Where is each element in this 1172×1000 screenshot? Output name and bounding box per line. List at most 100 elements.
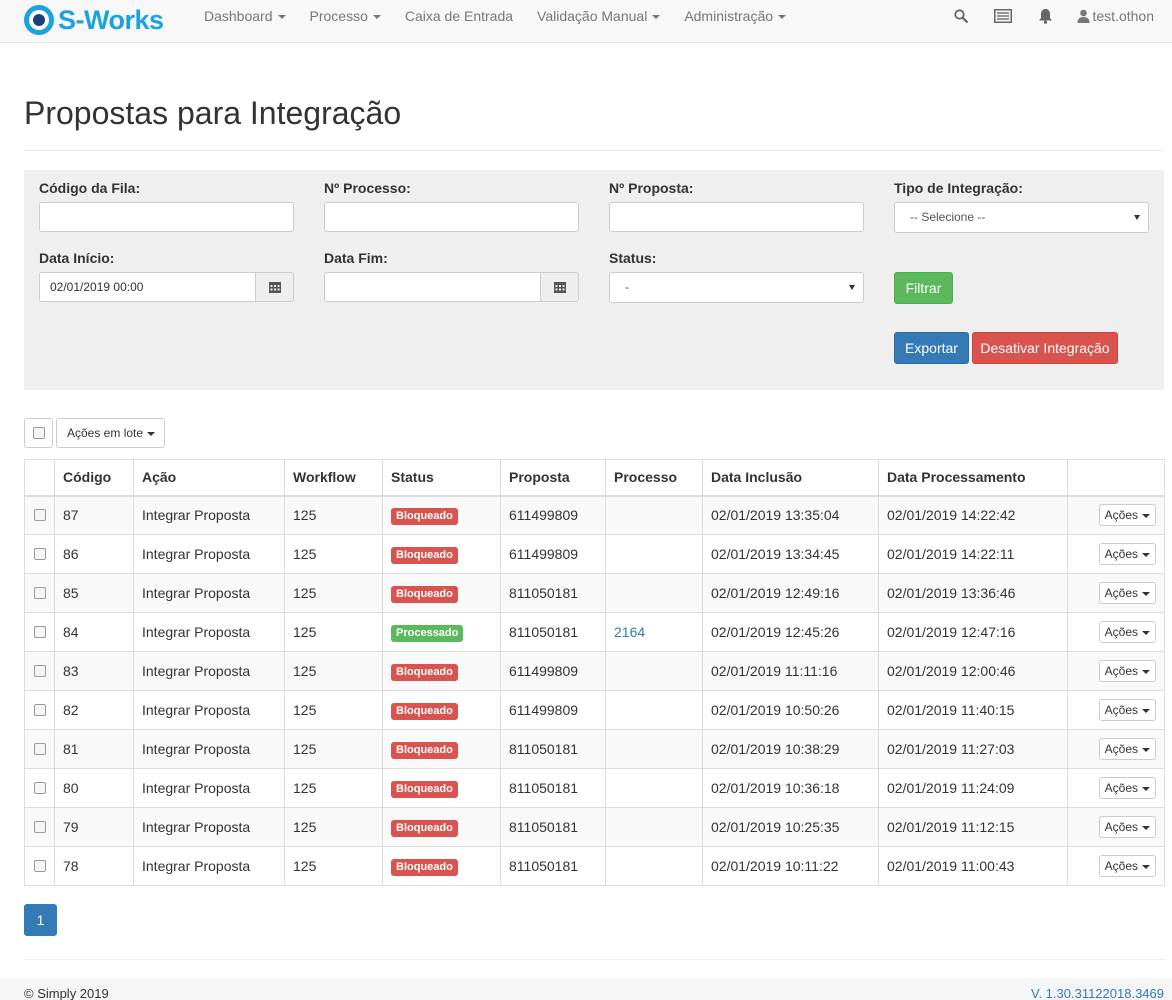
cell-codigo: 82: [54, 690, 134, 730]
bell-icon[interactable]: [1038, 8, 1053, 24]
chevron-down-icon: [277, 15, 286, 20]
chevron-down-icon: [372, 15, 381, 20]
exportar-button[interactable]: Exportar: [894, 332, 969, 364]
cell-data-processamento: 02/01/2019 11:40:15: [878, 690, 1068, 730]
search-icon[interactable]: [953, 9, 968, 23]
nav-item-processo[interactable]: Processo: [298, 0, 393, 32]
pagination-page-1[interactable]: 1: [24, 904, 57, 936]
column-header-proposta[interactable]: Proposta: [500, 459, 606, 497]
row-checkbox-cell: [24, 807, 55, 847]
table-row: 87 Integrar Proposta 125 Bloqueado 611499809…: [24, 495, 1165, 535]
data-inicio-input[interactable]: [39, 272, 257, 302]
cell-data-processamento: 02/01/2019 12:00:46: [878, 651, 1068, 691]
row-checkbox[interactable]: [33, 509, 46, 522]
cell-codigo: 81: [54, 729, 134, 769]
data-inicio-calendar-button[interactable]: [255, 272, 294, 302]
brand-logo[interactable]: S-Works: [24, 5, 164, 35]
row-checkbox-cell: [24, 534, 55, 574]
select-all-checkbox[interactable]: [24, 418, 53, 448]
header-checkbox-cell: [24, 459, 55, 497]
row-acoes-label: Ações: [1104, 547, 1138, 561]
nav-item-caixa-de-entrada[interactable]: Caixa de Entrada: [393, 0, 525, 32]
row-acoes-button[interactable]: Ações: [1098, 660, 1156, 682]
cell-acao: Integrar Proposta: [133, 846, 285, 886]
list-alt-icon[interactable]: [993, 9, 1012, 23]
chevron-down-icon: [652, 15, 661, 20]
row-checkbox[interactable]: [33, 665, 46, 677]
nav-right-tools: test.othon: [928, 0, 1154, 32]
cell-workflow: 125: [284, 534, 383, 574]
cell-actions: Ações: [1067, 768, 1165, 808]
integration-table: Código Ação Workflow Status Proposta Pro…: [24, 459, 1165, 886]
chevron-down-icon: [1142, 514, 1150, 519]
nav-item-label: Validação Manual: [537, 8, 648, 24]
brand-name: S-Works: [58, 4, 164, 35]
user-menu[interactable]: test.othon: [1077, 8, 1154, 24]
cell-status: Bloqueado: [382, 534, 501, 574]
row-acoes-button[interactable]: Ações: [1098, 543, 1156, 565]
row-acoes-button[interactable]: Ações: [1098, 699, 1156, 721]
cell-workflow: 125: [284, 651, 383, 691]
column-header-workflow[interactable]: Workflow: [284, 459, 383, 497]
filtrar-button[interactable]: Filtrar: [894, 272, 953, 304]
cell-processo: [605, 495, 703, 535]
status-badge: Bloqueado: [391, 741, 458, 759]
data-fim-calendar-button[interactable]: [540, 272, 579, 302]
cell-workflow: 125: [284, 846, 383, 886]
row-checkbox[interactable]: [33, 704, 46, 716]
row-acoes-button[interactable]: Ações: [1098, 621, 1156, 643]
table-row: 82 Integrar Proposta 125 Bloqueado 611499809…: [24, 690, 1165, 730]
version-link[interactable]: V. 1.30.31122018.3469: [1031, 986, 1164, 1000]
acoes-em-lote-button[interactable]: Ações em lote: [56, 418, 165, 448]
data-fim-input[interactable]: [324, 272, 542, 302]
row-acoes-button[interactable]: Ações: [1098, 816, 1156, 838]
cell-data-inclusao: 02/01/2019 11:11:16: [702, 651, 879, 691]
table-header-row: Código Ação Workflow Status Proposta Pro…: [24, 459, 1165, 497]
chevron-down-icon: [1142, 591, 1150, 596]
column-header-codigo[interactable]: Código: [54, 459, 134, 497]
row-acoes-button[interactable]: Ações: [1098, 582, 1156, 604]
cell-workflow: 125: [284, 495, 383, 535]
main-menu: Dashboard Processo Caixa de Entrada Vali…: [192, 0, 798, 32]
row-acoes-button[interactable]: Ações: [1098, 777, 1156, 799]
row-checkbox[interactable]: [33, 821, 46, 833]
tipo-integracao-select[interactable]: -- Selecione --: [894, 202, 1149, 233]
column-header-acao[interactable]: Ação: [133, 459, 285, 497]
desativar-integracao-button[interactable]: Desativar Integração: [972, 332, 1118, 364]
row-checkbox[interactable]: [33, 743, 46, 755]
row-checkbox-cell: [24, 495, 55, 535]
table-body: 87 Integrar Proposta 125 Bloqueado 611499809…: [24, 495, 1165, 886]
row-checkbox[interactable]: [33, 782, 46, 794]
row-acoes-button[interactable]: Ações: [1098, 504, 1156, 527]
cell-status: Bloqueado: [382, 729, 501, 769]
cell-codigo: 87: [54, 495, 134, 535]
row-checkbox[interactable]: [33, 587, 46, 599]
status-select[interactable]: -: [609, 272, 864, 303]
row-checkbox[interactable]: [33, 860, 46, 872]
column-header-processo[interactable]: Processo: [605, 459, 703, 497]
column-header-data-inclusao[interactable]: Data Inclusão: [702, 459, 879, 497]
proposta-input[interactable]: [609, 202, 864, 232]
nav-item-administracao[interactable]: Administração: [672, 0, 798, 32]
select-arrow-icon: [1134, 215, 1140, 220]
cell-data-inclusao: 02/01/2019 13:34:45: [702, 534, 879, 574]
nav-item-validacao-manual[interactable]: Validação Manual: [525, 0, 672, 32]
processo-input[interactable]: [324, 202, 579, 232]
column-header-status[interactable]: Status: [382, 459, 501, 497]
row-acoes-button[interactable]: Ações: [1098, 855, 1156, 877]
codigo-fila-input[interactable]: [39, 202, 294, 232]
nav-item-label: Caixa de Entrada: [404, 8, 514, 24]
filter-panel: Código da Fila: Nº Processo: Nº Proposta…: [24, 170, 1164, 390]
cell-proposta: 611499809: [500, 651, 606, 691]
row-checkbox-cell: [24, 690, 55, 730]
processo-link[interactable]: 2164: [614, 624, 645, 640]
cell-data-inclusao: 02/01/2019 10:25:35: [702, 807, 879, 847]
row-checkbox[interactable]: [33, 548, 46, 560]
checkbox: [32, 427, 45, 439]
nav-item-dashboard[interactable]: Dashboard: [192, 0, 298, 32]
column-header-data-processamento[interactable]: Data Processamento: [878, 459, 1068, 497]
proposta-label: Nº Proposta:: [609, 180, 694, 196]
calendar-icon: [553, 282, 566, 293]
row-checkbox[interactable]: [33, 626, 46, 638]
row-acoes-button[interactable]: Ações: [1098, 738, 1156, 760]
